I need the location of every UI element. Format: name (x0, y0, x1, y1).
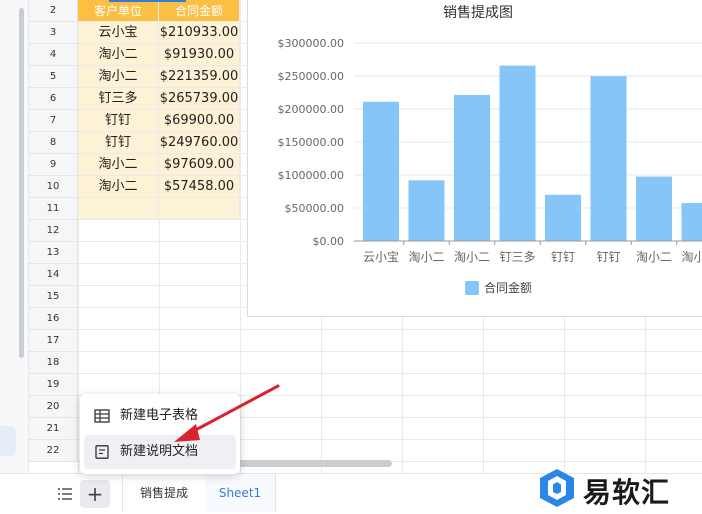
amount-cell[interactable]: $69900.00 (159, 110, 240, 132)
left-panel-selected-item[interactable] (0, 426, 16, 456)
amount-cell[interactable]: $57458.00 (159, 176, 240, 198)
watermark: 易软汇 (533, 463, 702, 514)
row-number[interactable]: 19 (29, 374, 78, 396)
x-tick-label: 淘小二 (454, 250, 490, 264)
bar-chart[interactable]: 销售提成图 $0.00 $50000.00 $100000.00 $150000.00… (247, 0, 702, 317)
row-number[interactable]: 4 (29, 44, 78, 66)
row-number[interactable]: 20 (29, 396, 78, 418)
amount-cell[interactable]: $91930.00 (159, 44, 240, 66)
legend-label: 合同金额 (484, 280, 532, 295)
row-number[interactable]: 21 (29, 418, 78, 440)
row-number[interactable]: 9 (29, 154, 78, 176)
logo-icon (540, 469, 574, 507)
tab-sheet1[interactable]: Sheet1 (205, 474, 276, 512)
chart-canvas: $0.00 $50000.00 $100000.00 $150000.00 $20000… (278, 37, 702, 295)
grid-line (78, 373, 702, 374)
x-tick-label: 钉钉 (596, 250, 620, 264)
empty-cell[interactable] (78, 198, 159, 220)
row-number[interactable]: 10 (29, 176, 78, 198)
document-icon (95, 445, 109, 459)
horizontal-scrollbar[interactable] (236, 460, 392, 467)
bar (590, 76, 627, 241)
x-tick-label: 钉钉 (551, 250, 575, 264)
customer-cell[interactable]: 云小宝 (78, 22, 159, 44)
row-number[interactable]: 7 (29, 110, 78, 132)
y-tick-label: $250000.00 (278, 70, 344, 83)
grid-line (78, 351, 702, 352)
amount-cell[interactable]: $97609.00 (159, 154, 240, 176)
selected-cell-border (109, 0, 186, 2)
row-number[interactable]: 13 (29, 242, 78, 264)
row-number[interactable]: 6 (29, 88, 78, 110)
list-icon[interactable] (54, 483, 76, 505)
customer-cell[interactable]: 淘小二 (78, 66, 159, 88)
legend-swatch (465, 281, 479, 295)
x-tick-label: 云小宝 (363, 250, 399, 264)
y-tick-label: $0.00 (313, 235, 345, 248)
x-tick-label: 淘小二 (681, 250, 702, 264)
bar (499, 65, 536, 241)
header-cell-customer[interactable]: 客户单位 (78, 0, 159, 22)
bar (363, 101, 399, 242)
customer-cell[interactable]: 淘小二 (78, 176, 159, 198)
left-panel (0, 0, 29, 487)
bar (545, 194, 581, 241)
empty-cell[interactable] (159, 198, 240, 220)
amount-cell[interactable]: $221359.00 (159, 66, 240, 88)
row-number[interactable]: 11 (29, 198, 78, 220)
row-number[interactable]: 8 (29, 132, 78, 154)
table-icon (94, 409, 110, 423)
x-tick-label: 淘小二 (408, 250, 444, 264)
amount-cell[interactable]: $249760.00 (159, 132, 240, 154)
y-tick-label: $150000.00 (278, 136, 344, 149)
customer-cell[interactable]: 钉钉 (78, 132, 159, 154)
row-number[interactable]: 16 (29, 308, 78, 330)
bar (454, 94, 490, 241)
row-number[interactable]: 22 (29, 440, 78, 462)
customer-cell[interactable]: 淘小二 (78, 154, 159, 176)
row-number[interactable]: 5 (29, 66, 78, 88)
row-number[interactable]: 14 (29, 264, 78, 286)
tab-sales-commission[interactable]: 销售提成 (122, 474, 206, 512)
row-number[interactable]: 12 (29, 220, 78, 242)
amount-cell[interactable]: $210933.00 (159, 22, 240, 44)
y-tick-label: $50000.00 (285, 202, 345, 215)
row-number[interactable]: 2 (29, 0, 78, 22)
y-tick-label: $300000.00 (278, 37, 344, 50)
customer-cell[interactable]: 淘小二 (78, 44, 159, 66)
row-number[interactable]: 18 (29, 352, 78, 374)
left-panel-scrollbar[interactable] (19, 8, 24, 358)
bar (408, 180, 445, 241)
customer-cell[interactable]: 钉三多 (78, 88, 159, 110)
bar (636, 176, 672, 241)
add-sheet-button[interactable]: + (80, 480, 110, 508)
header-cell-amount[interactable]: 合同金额 (159, 0, 240, 22)
grid-line (78, 329, 702, 330)
amount-cell[interactable]: $265739.00 (159, 88, 240, 110)
bar (681, 203, 702, 241)
y-tick-label: $200000.00 (278, 103, 344, 116)
row-number[interactable]: 17 (29, 330, 78, 352)
x-tick-label: 淘小二 (636, 250, 672, 264)
row-number[interactable]: 3 (29, 22, 78, 44)
y-tick-label: $100000.00 (278, 169, 344, 182)
row-number[interactable]: 15 (29, 286, 78, 308)
x-tick-label: 钉三多 (499, 250, 535, 264)
red-arrow-annotation (174, 384, 280, 442)
spreadsheet-app: 2 3 4 5 6 7 8 9 10 11 12 13 14 15 16 17 18 19 20 21 22 客户单位 … (0, 0, 702, 514)
watermark-text: 易软汇 (583, 476, 671, 509)
customer-cell[interactable]: 钉钉 (78, 110, 159, 132)
